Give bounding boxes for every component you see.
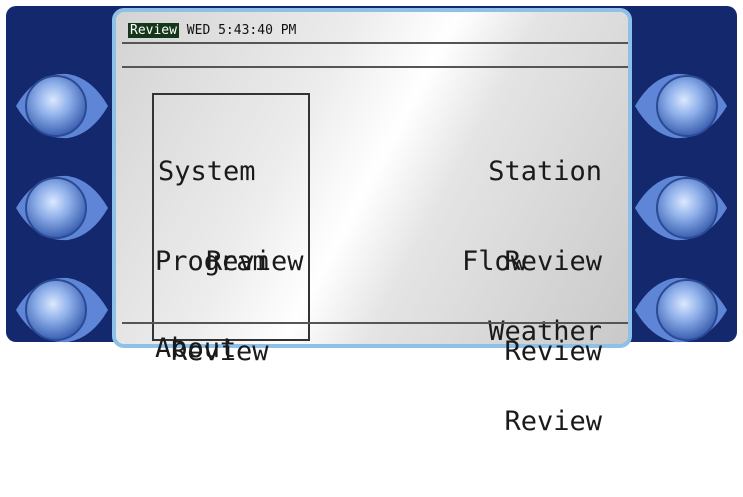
softkey-left-1[interactable] xyxy=(6,70,108,142)
status-divider xyxy=(122,42,628,44)
menu-system-review-line1: System xyxy=(158,156,256,187)
mode-badge: Review xyxy=(128,23,179,38)
datetime-text: WED 5:43:40 PM xyxy=(186,23,297,38)
softkey-left-2[interactable] xyxy=(6,172,108,244)
softkey-right-3[interactable] xyxy=(635,274,737,346)
menu-station-review-line1: Station xyxy=(488,156,602,187)
circle-button-icon xyxy=(16,277,108,343)
status-bar: Review WED 5:43:40 PM xyxy=(128,23,296,38)
softkey-left-3[interactable] xyxy=(6,274,108,346)
softkey-right-2[interactable] xyxy=(635,172,737,244)
circle-button-icon xyxy=(635,175,727,241)
circle-button-icon xyxy=(16,175,108,241)
menu-weather-review[interactable]: Weather Review xyxy=(468,257,602,497)
menu-weather-review-line2: Review xyxy=(504,406,602,437)
circle-button-icon xyxy=(16,73,108,139)
menu-about-label: About xyxy=(155,333,237,364)
circle-button-icon xyxy=(635,73,727,139)
menu-about[interactable]: About xyxy=(155,274,236,424)
menu-program-review-line1: Program xyxy=(155,246,269,277)
header-divider xyxy=(122,66,628,68)
softkey-right-1[interactable] xyxy=(635,70,737,142)
circle-button-icon xyxy=(635,277,727,343)
lcd-screen: Review WED 5:43:40 PM System Review Stat… xyxy=(112,8,632,437)
footer-divider xyxy=(122,322,628,324)
